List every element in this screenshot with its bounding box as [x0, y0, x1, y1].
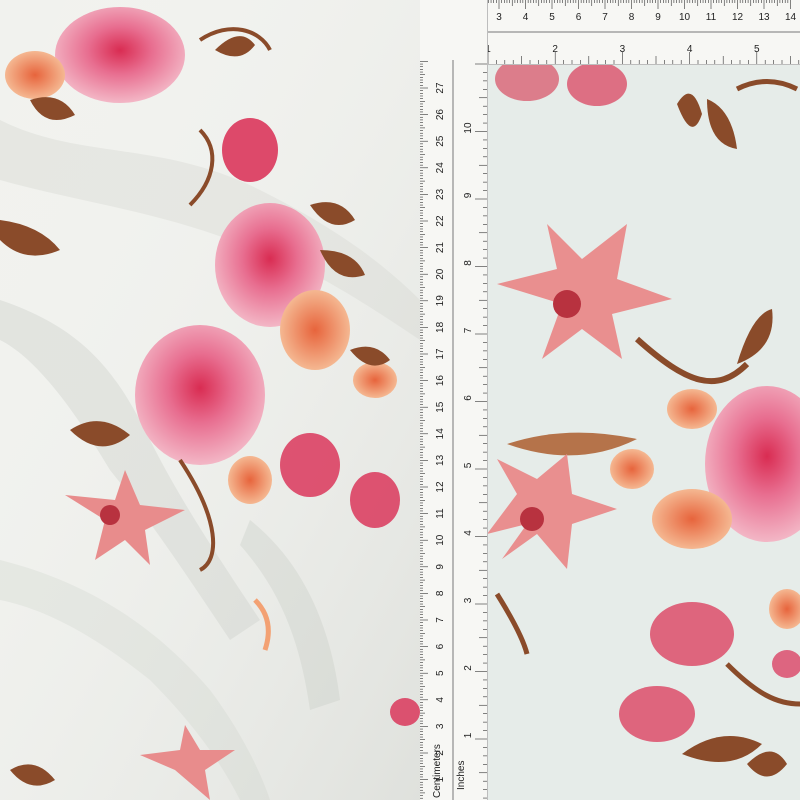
ruler-cm-label: 7 — [435, 617, 446, 623]
ruler-cm-label: 12 — [435, 481, 446, 493]
ruler-inch-label: 2 — [463, 665, 474, 671]
flat-fabric-panel — [487, 64, 800, 800]
draped-fabric-panel — [0, 0, 420, 800]
ruler-cm-label: 8 — [629, 12, 635, 23]
ruler-cm-label: 11 — [435, 508, 446, 519]
ruler-cm-label: 13 — [758, 12, 770, 23]
ruler-inch-label: 3 — [463, 597, 474, 603]
ruler-cm-label: 18 — [435, 321, 446, 333]
ruler-cm-label: 20 — [435, 268, 446, 280]
ruler-cm-label: 4 — [523, 12, 529, 23]
ruler-inch-label: 5 — [754, 44, 760, 55]
ruler-inch-label: 6 — [463, 395, 474, 401]
ruler-cm-label: 27 — [435, 82, 446, 94]
ruler-cm-label: 3 — [496, 12, 502, 23]
ruler-inch-label: 5 — [463, 462, 474, 468]
ruler-cm-label: 22 — [435, 215, 446, 227]
ruler-cm-label: 14 — [435, 428, 446, 440]
leaf — [737, 309, 773, 364]
ruler-cm-label: 26 — [435, 109, 446, 121]
flat-lily-top — [497, 224, 750, 385]
flat-lily-middle — [487, 454, 617, 655]
ruler-cm-label: 9 — [435, 564, 446, 570]
ruler-cm-label: 16 — [435, 375, 446, 387]
leaf — [507, 432, 637, 456]
ruler-cm-label: 3 — [435, 723, 446, 729]
ruler-inch-label: 10 — [463, 122, 474, 134]
ruler-cm-label: 8 — [435, 590, 446, 596]
draped-fabric-image — [0, 0, 420, 800]
ruler-inch-label: 4 — [687, 44, 693, 55]
ruler-inch-label: 3 — [620, 44, 626, 55]
ruler-cm-label: 7 — [602, 12, 608, 23]
ruler-inch-label: 7 — [463, 327, 474, 333]
ruler-cm-label: 13 — [435, 454, 446, 466]
ruler-cm-label: 11 — [706, 12, 717, 23]
ruler-cm-label: 19 — [435, 295, 446, 307]
ruler-inch-label: 2 — [552, 44, 558, 55]
flat-rose-right — [610, 386, 800, 549]
ruler-cm-label: 10 — [435, 534, 446, 546]
ruler-cm-label: 14 — [785, 12, 797, 23]
ruler-cm-label: 12 — [732, 12, 744, 23]
ruler-cm-label: 10 — [679, 12, 691, 23]
flat-fabric-image — [487, 64, 800, 777]
ruler-cm-label: 25 — [435, 135, 446, 147]
ruler-inch-label: 8 — [463, 260, 474, 266]
ruler-cm-label: 5 — [549, 12, 555, 23]
ruler-inch-label: 9 — [463, 192, 474, 198]
ruler-cm-label: 6 — [576, 12, 582, 23]
fabric-swatch-photo: Centimeters Inches 123456789101112131412… — [0, 0, 800, 800]
ruler-cm-label: 6 — [435, 643, 446, 649]
ruler-cm-label: 21 — [435, 242, 446, 254]
flat-flowers-bottom — [619, 589, 800, 777]
ruler-cm-label: 17 — [435, 348, 446, 360]
flat-flowers-top — [495, 64, 799, 149]
ruler-cm-label: 9 — [655, 12, 661, 23]
ruler-cm-label: 4 — [435, 697, 446, 703]
ruler-cm-label: 24 — [435, 162, 446, 174]
ruler-inch-label: 4 — [463, 530, 474, 536]
ruler-cm-label: 5 — [435, 670, 446, 676]
ruler-cm-label: 23 — [435, 188, 446, 200]
ruler-cm-label: 15 — [435, 401, 446, 413]
ruler-inch-label: 1 — [463, 732, 474, 738]
vertical-centimeters-label: Centimeters — [432, 744, 443, 798]
vertical-ruler: 27 26 25 24 23 22 21 20 19 18 17 16 15 14 13 12 11 10 9 8 7 6… — [420, 0, 488, 800]
vertical-ruler-ticks: 2726252423222120191817161514131211109876… — [420, 60, 487, 800]
vertical-inches-label: Inches — [456, 760, 467, 790]
